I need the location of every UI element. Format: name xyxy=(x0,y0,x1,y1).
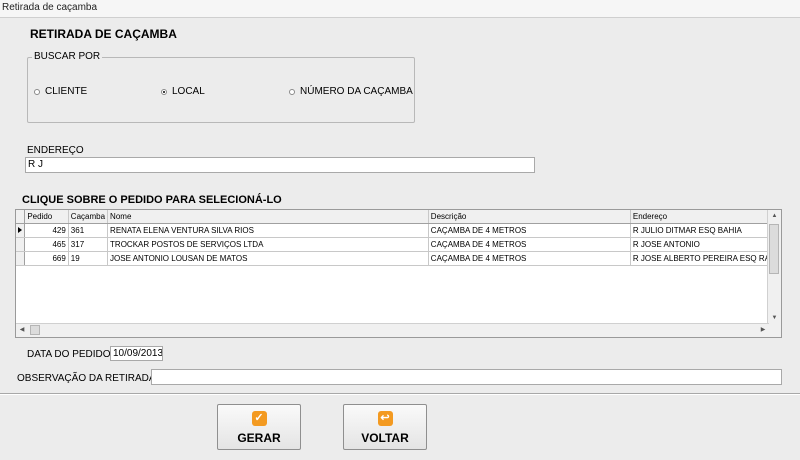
radio-numero-cacamba-dot[interactable] xyxy=(289,88,295,95)
radio-numero-cacamba[interactable]: NÚMERO DA CAÇAMBA xyxy=(289,86,413,97)
cell-pedido[interactable]: 429 xyxy=(24,223,69,238)
cell-cacamba[interactable]: 19 xyxy=(68,251,109,266)
footer-divider xyxy=(0,393,800,395)
column-header-nome[interactable]: Nome xyxy=(107,210,429,224)
radio-numero-cacamba-label: NÚMERO DA CAÇAMBA xyxy=(300,86,413,97)
grid-header-row: Pedido Caçamba Nome Descrição Endereço xyxy=(16,210,781,224)
cell-nome[interactable]: TROCKAR POSTOS DE SERVIÇOS LTDA xyxy=(107,237,429,252)
column-header-endereco[interactable]: Endereço xyxy=(630,210,781,224)
back-button-label: VOLTAR xyxy=(361,431,409,445)
cell-nome[interactable]: JOSE ANTONIO LOUSAN DE MATOS xyxy=(107,251,429,266)
order-date-label: DATA DO PEDIDO xyxy=(27,349,111,360)
cell-descricao[interactable]: CAÇAMBA DE 4 METROS xyxy=(428,223,631,238)
row-indicator xyxy=(16,237,26,252)
scroll-corner xyxy=(768,324,781,337)
scroll-left-icon[interactable]: ◀ xyxy=(16,324,28,336)
address-label: ENDEREÇO xyxy=(27,145,84,156)
vertical-scrollbar[interactable]: ▲ ▼ xyxy=(767,210,781,324)
cell-endereco[interactable]: R JULIO DITMAR ESQ BAHIA xyxy=(630,223,781,238)
cell-descricao[interactable]: CAÇAMBA DE 4 METROS xyxy=(428,251,631,266)
column-header-pedido[interactable]: Pedido xyxy=(24,210,69,224)
row-indicator xyxy=(16,251,26,266)
grid-instruction: CLIQUE SOBRE O PEDIDO PARA SELECIONÁ-LO xyxy=(22,194,282,206)
table-row[interactable]: 669 19 JOSE ANTONIO LOUSAN DE MATOS CAÇA… xyxy=(16,251,781,266)
radio-local[interactable]: LOCAL xyxy=(161,86,205,97)
table-row[interactable]: 429 361 RENATA ELENA VENTURA SILVA RIOS … xyxy=(16,223,781,238)
table-row[interactable]: 465 317 TROCKAR POSTOS DE SERVIÇOS LTDA … xyxy=(16,237,781,252)
back-button[interactable]: ↩ VOLTAR xyxy=(343,404,427,450)
undo-icon: ↩ xyxy=(377,411,393,426)
vertical-scroll-thumb[interactable] xyxy=(769,224,779,274)
scroll-down-icon[interactable]: ▼ xyxy=(768,312,781,324)
window-titlebar: Retirada de caçamba xyxy=(0,0,800,18)
generate-button[interactable]: ✓ GERAR xyxy=(217,404,301,450)
scroll-up-icon[interactable]: ▲ xyxy=(768,210,781,222)
cell-pedido[interactable]: 465 xyxy=(24,237,69,252)
page-title: RETIRADA DE CAÇAMBA xyxy=(30,27,177,41)
horizontal-scrollbar[interactable]: ◀ ▶ xyxy=(16,323,769,337)
row-indicator xyxy=(16,223,26,238)
observation-input[interactable] xyxy=(151,369,782,385)
grid-indicator-header xyxy=(16,210,26,224)
address-input[interactable]: R J xyxy=(25,157,535,173)
cell-endereco[interactable]: R JOSE ANTONIO xyxy=(630,237,781,252)
radio-cliente-dot[interactable] xyxy=(34,88,40,95)
horizontal-scroll-thumb[interactable] xyxy=(30,325,40,335)
cell-endereco[interactable]: R JOSE ALBERTO PEREIRA ESQ RACI xyxy=(630,251,781,266)
check-icon: ✓ xyxy=(251,411,267,426)
orders-grid[interactable]: Pedido Caçamba Nome Descrição Endereço 4… xyxy=(15,209,782,338)
cell-cacamba[interactable]: 361 xyxy=(68,223,109,238)
search-by-legend: BUSCAR POR xyxy=(32,51,103,62)
current-row-arrow-icon xyxy=(18,227,23,233)
radio-cliente-label: CLIENTE xyxy=(45,86,88,97)
window-title: Retirada de caçamba xyxy=(2,2,98,13)
cell-cacamba[interactable]: 317 xyxy=(68,237,109,252)
cell-descricao[interactable]: CAÇAMBA DE 4 METROS xyxy=(428,237,631,252)
generate-button-label: GERAR xyxy=(237,431,281,445)
radio-local-label: LOCAL xyxy=(172,86,205,97)
column-header-cacamba[interactable]: Caçamba xyxy=(68,210,109,224)
cell-pedido[interactable]: 669 xyxy=(24,251,69,266)
observation-label: OBSERVAÇÃO DA RETIRADA: xyxy=(17,373,159,384)
order-date-field[interactable]: 10/09/2013 xyxy=(110,346,163,361)
radio-local-dot[interactable] xyxy=(161,88,167,95)
column-header-descricao[interactable]: Descrição xyxy=(428,210,631,224)
cell-nome[interactable]: RENATA ELENA VENTURA SILVA RIOS xyxy=(107,223,429,238)
radio-cliente[interactable]: CLIENTE xyxy=(34,86,87,97)
